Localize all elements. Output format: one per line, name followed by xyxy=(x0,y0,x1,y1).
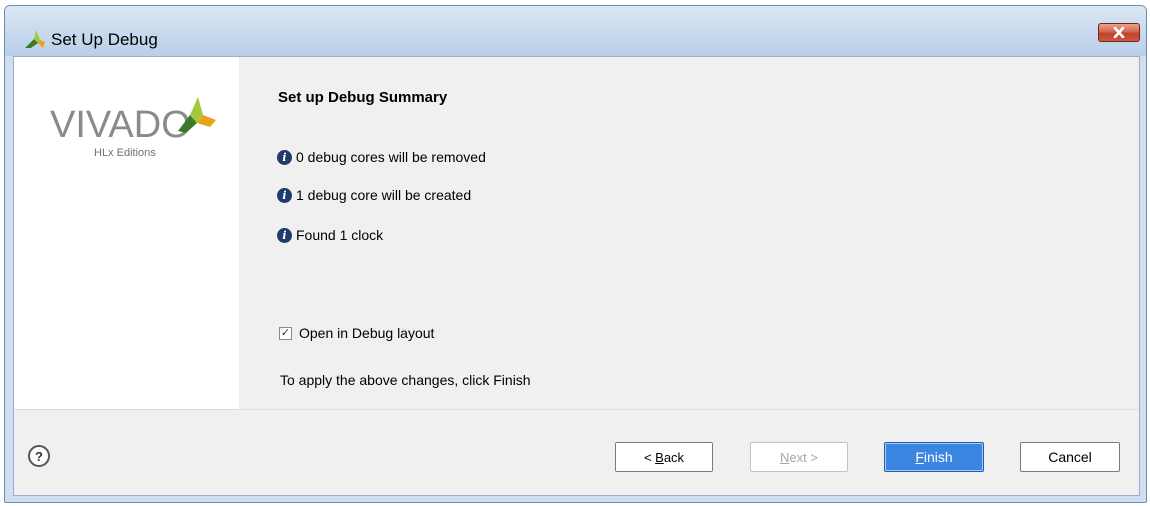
info-text: Found 1 clock xyxy=(296,227,384,243)
help-button[interactable]: ? xyxy=(28,445,50,467)
info-text: 0 debug cores will be removed xyxy=(296,149,486,165)
info-icon: i xyxy=(277,187,292,203)
dialog-content: VIVADO HLx Editions Set up Debug Summary… xyxy=(13,56,1140,496)
back-button[interactable]: < Back xyxy=(615,442,713,472)
close-icon xyxy=(1113,27,1125,38)
help-icon: ? xyxy=(35,448,43,464)
finish-button[interactable]: Finish xyxy=(884,442,984,472)
summary-heading: Set up Debug Summary xyxy=(278,89,448,106)
summary-panel: Set up Debug Summary i 0 debug cores wil… xyxy=(239,57,1139,409)
next-button[interactable]: Next > xyxy=(750,442,848,472)
info-icon: i xyxy=(277,227,292,243)
info-text: 1 debug core will be created xyxy=(296,187,472,203)
logo-subtext: HLx Editions xyxy=(94,147,156,159)
title-bar[interactable]: Set Up Debug xyxy=(5,6,1146,56)
cancel-button[interactable]: Cancel xyxy=(1020,442,1120,472)
info-icon: i xyxy=(277,149,292,165)
apply-hint: To apply the above changes, click Finish xyxy=(280,372,531,388)
open-debug-layout-option[interactable]: ✓ Open in Debug layout xyxy=(279,325,434,341)
set-up-debug-dialog: Set Up Debug VIVADO HLx Editions Set up … xyxy=(4,5,1147,503)
vivado-logo: VIVADO HLx Editions xyxy=(50,91,220,164)
info-line-clock: i Found 1 clock xyxy=(277,227,383,243)
button-bar: ? < Back Next > Finish Cancel xyxy=(14,409,1139,495)
info-line-created: i 1 debug core will be created xyxy=(277,187,471,203)
logo-panel: VIVADO HLx Editions xyxy=(14,57,239,409)
vivado-app-icon xyxy=(25,30,45,51)
open-debug-layout-checkbox[interactable]: ✓ xyxy=(279,326,292,340)
open-debug-layout-label[interactable]: Open in Debug layout xyxy=(299,325,434,341)
info-line-removed: i 0 debug cores will be removed xyxy=(277,149,486,165)
window-title: Set Up Debug xyxy=(51,30,158,49)
close-button[interactable] xyxy=(1098,23,1140,42)
logo-text: VIVADO xyxy=(50,104,191,146)
